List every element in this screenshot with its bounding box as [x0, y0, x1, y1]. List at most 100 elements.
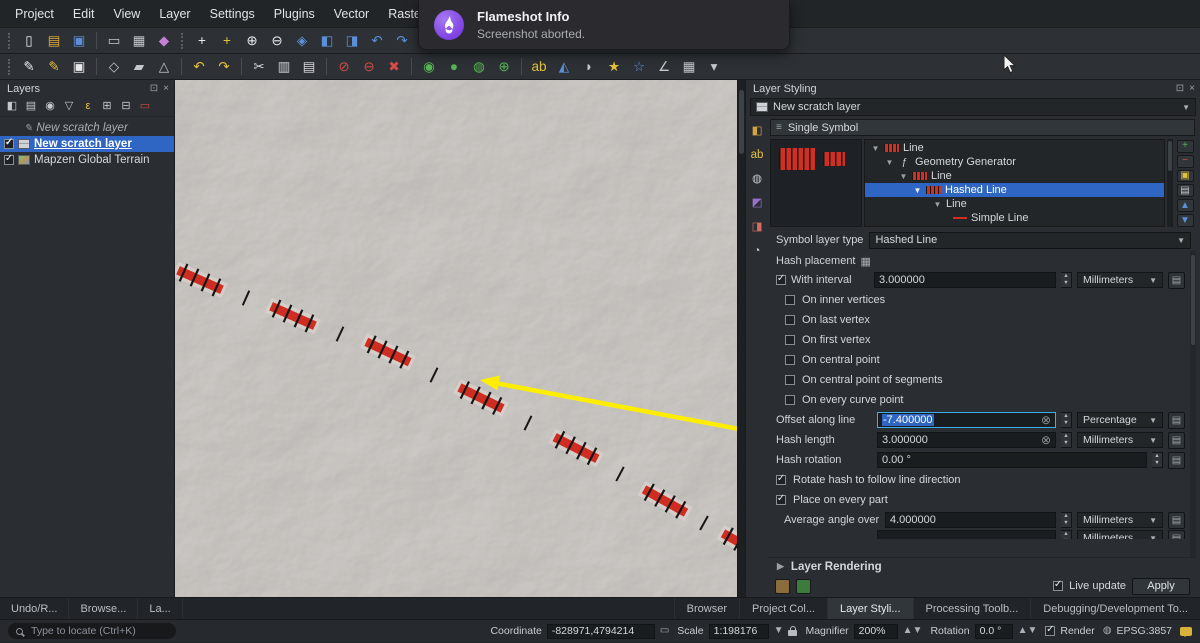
tab-browser-left[interactable]: Browse... [69, 598, 139, 619]
open-layer-styling-icon[interactable]: ◧ [4, 99, 20, 115]
layer-visibility-checkbox[interactable] [4, 155, 14, 165]
data-defined-override-button[interactable]: ▤ [1168, 451, 1185, 469]
menu-item[interactable]: Layer [150, 2, 199, 26]
expand-icon[interactable]: ▼ [871, 144, 880, 153]
tab-undo-redo[interactable]: Undo/R... [0, 598, 70, 619]
menu-item[interactable]: View [104, 2, 149, 26]
hash-length-input[interactable]: 3.000000 ⊗ [877, 432, 1056, 448]
hash-rotation-input[interactable]: 0.00 ° [877, 452, 1147, 468]
undock-panel-icon[interactable]: ⊡ [1176, 83, 1184, 94]
zoom-out-icon[interactable]: ⊖ [265, 30, 289, 52]
placement-checkbox[interactable] [785, 315, 795, 325]
rotation-input[interactable] [974, 623, 1013, 639]
remove-symbol-layer-button[interactable]: − [1176, 154, 1194, 168]
with-interval-unit-dropdown[interactable]: Millimeters ▼ [1077, 272, 1163, 288]
labels-icon[interactable]: ab [749, 147, 766, 164]
delete-part-icon[interactable]: ✖ [382, 56, 406, 78]
tab-project-colors[interactable]: Project Col... [739, 598, 827, 619]
with-interval-input[interactable]: 3.000000 [874, 272, 1056, 288]
cropped-input[interactable] [877, 530, 1056, 539]
clear-field-icon[interactable]: ⊗ [1041, 414, 1051, 426]
with-interval-checkbox[interactable] [776, 275, 786, 285]
symbology-icon[interactable]: ◧ [749, 123, 766, 140]
placement-checkbox[interactable] [785, 395, 795, 405]
move-down-button[interactable]: ▼ [1176, 214, 1194, 227]
expand-icon[interactable]: ▼ [899, 172, 908, 181]
lock-scale-icon[interactable] [788, 626, 798, 636]
show-bookmarks-icon[interactable]: ☆ [627, 56, 651, 78]
place-every-part-checkbox[interactable] [776, 495, 786, 505]
snapping-options-icon[interactable]: ◉ [417, 56, 441, 78]
data-defined-override-button[interactable]: ▤ [1168, 431, 1185, 449]
placement-checkbox[interactable] [785, 295, 795, 305]
layer-item-mapzen-terrain[interactable]: Mapzen Global Terrain [0, 152, 174, 168]
expand-icon[interactable]: ▼ [885, 158, 894, 167]
menu-item[interactable]: Edit [64, 2, 104, 26]
add-group-icon[interactable]: ▤ [23, 99, 39, 115]
zoom-in-icon[interactable]: ⊕ [240, 30, 264, 52]
digitize-segment-icon[interactable]: ◇ [102, 56, 126, 78]
data-defined-override-button[interactable]: ▤ [1168, 511, 1185, 529]
offset-input[interactable]: -7.400000 ⊗ [877, 412, 1056, 428]
filter-legend-icon[interactable]: ▽ [61, 99, 77, 115]
extent-icon[interactable]: ▭ [660, 626, 669, 636]
tab-processing-toolbox[interactable]: Processing Toolb... [912, 598, 1031, 619]
manage-map-themes-icon[interactable]: ◉ [42, 99, 58, 115]
coordinate-input[interactable] [546, 623, 655, 639]
pan-to-selection-icon[interactable]: + [215, 30, 239, 52]
remove-layer-icon[interactable]: ▭ [137, 99, 153, 115]
placement-option-row[interactable]: On central point of segments [776, 370, 1185, 390]
move-up-button[interactable]: ▲ [1176, 199, 1194, 213]
toolbar-grip[interactable] [8, 32, 12, 49]
crs-indicator[interactable]: ◍ EPSG:3857 [1103, 625, 1172, 637]
expand-all-icon[interactable]: ⊞ [99, 99, 115, 115]
undo-icon[interactable]: ↶ [187, 56, 211, 78]
history-icon[interactable]: ◔ [749, 243, 766, 260]
tree-item-line[interactable]: ▼ Line [865, 141, 1164, 155]
new-print-layout-icon[interactable]: ▭ [102, 30, 126, 52]
3d-view-icon[interactable]: ◩ [749, 195, 766, 212]
expand-icon[interactable]: ▼ [913, 186, 922, 195]
zoom-to-selection-icon[interactable]: ◧ [315, 30, 339, 52]
tree-scrollbar[interactable] [1167, 139, 1173, 227]
scrollbar-handle[interactable] [739, 90, 744, 154]
placement-option-row[interactable]: On every curve point [776, 390, 1185, 410]
locate-bar[interactable] [8, 623, 176, 639]
spinner-buttons[interactable]: ▲▼ [1061, 432, 1072, 448]
measure-angle-icon[interactable]: ∠ [652, 56, 676, 78]
spinner-buttons[interactable]: ▲▼ [1061, 412, 1072, 428]
locate-input[interactable] [29, 624, 168, 638]
spinner-buttons[interactable]: ▲▼ [1061, 272, 1072, 288]
render-toggle[interactable]: Render [1045, 625, 1095, 637]
tab-debugging-development[interactable]: Debugging/Development To... [1030, 598, 1200, 619]
magnifier-input[interactable] [853, 623, 898, 639]
vertex-tool-icon[interactable]: △ [152, 56, 176, 78]
placement-option-row[interactable]: On central point [776, 350, 1185, 370]
lock-symbol-layer-button[interactable]: ▣ [1176, 169, 1194, 183]
close-panel-icon[interactable]: × [1189, 83, 1195, 94]
data-defined-override-button[interactable]: ▤ [1168, 411, 1185, 429]
tree-item-simple-line[interactable]: Simple Line [865, 211, 1164, 225]
style-redo-icon[interactable] [796, 578, 811, 594]
avoid-overlap-icon[interactable]: ⊕ [492, 56, 516, 78]
new-project-icon[interactable]: ▯ [17, 30, 41, 52]
messages-icon[interactable] [1180, 626, 1192, 637]
data-defined-override-button[interactable]: ▤ [1168, 271, 1185, 289]
undock-panel-icon[interactable]: ⊡ [150, 83, 158, 94]
tab-layer-styling[interactable]: Layer Styli... [826, 598, 913, 619]
layout-manager-icon[interactable]: ▦ [127, 30, 151, 52]
delete-selected-icon[interactable]: ⊘ [332, 56, 356, 78]
zoom-full-icon[interactable]: ◈ [290, 30, 314, 52]
current-edits-icon[interactable]: ✎ [17, 56, 41, 78]
toggle-editing-icon[interactable]: ✎ [42, 56, 66, 78]
diagrams-icon[interactable]: ◨ [749, 219, 766, 236]
delete-ring-icon[interactable]: ⊖ [357, 56, 381, 78]
mask-icon[interactable]: ◍ [749, 171, 766, 188]
placement-checkbox[interactable] [785, 335, 795, 345]
cropped-unit-dropdown[interactable]: Millimeters ▼ [1077, 530, 1163, 539]
paste-features-icon[interactable]: ▤ [297, 56, 321, 78]
rotate-follow-row[interactable]: Rotate hash to follow line direction [776, 470, 1185, 490]
layer-rendering-section[interactable]: ▶ Layer Rendering [768, 557, 1197, 575]
menu-item[interactable]: Settings [201, 2, 264, 26]
map-vertical-scrollbar[interactable] [737, 80, 745, 597]
